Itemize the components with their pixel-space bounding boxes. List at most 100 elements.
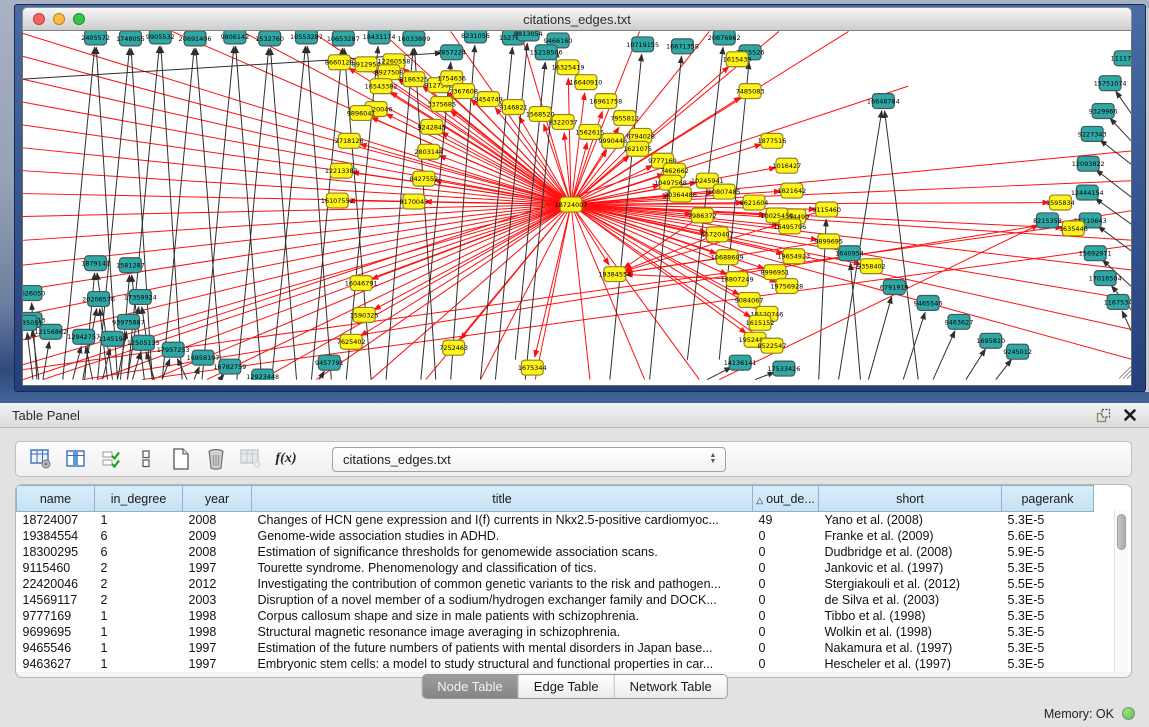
graph-node[interactable]: 16961758 — [589, 94, 622, 109]
table-cell[interactable]: 5.9E-5 — [1002, 544, 1094, 560]
graph-node[interactable]: 10653287 — [327, 31, 360, 46]
graph-node[interactable]: 7485083 — [736, 84, 765, 99]
graph-node[interactable]: 1145194 — [98, 331, 127, 346]
table-cell[interactable]: 5.3E-5 — [1002, 592, 1094, 608]
table-cell[interactable]: 1 — [95, 512, 183, 529]
graph-node[interactable]: 12093822 — [1072, 156, 1105, 171]
graph-node[interactable]: 20691406 — [179, 31, 212, 46]
table-cell[interactable]: 1997 — [183, 656, 252, 672]
new-document-button[interactable] — [170, 448, 192, 470]
graph-node[interactable]: 8660128 — [325, 55, 354, 70]
graph-node[interactable]: 2026050 — [23, 286, 45, 301]
table-cell[interactable]: 1 — [95, 656, 183, 672]
float-panel-button[interactable] — [1096, 408, 1111, 423]
graph-node[interactable]: 9084067 — [735, 293, 764, 308]
graph-node[interactable]: 17957253 — [157, 342, 190, 357]
node-attribute-table[interactable]: namein_degreeyeartitle△out_de...shortpag… — [16, 485, 1132, 672]
graph-node[interactable]: 1111747 — [1111, 51, 1132, 66]
table-row[interactable]: 1872400712008Changes of HCN gene express… — [17, 512, 1132, 529]
tab-network-table[interactable]: Network Table — [614, 675, 727, 698]
table-cell[interactable]: 0 — [753, 544, 819, 560]
column-header-short[interactable]: short — [819, 486, 1002, 512]
graph-node[interactable]: 7857224 — [437, 45, 466, 60]
graph-node[interactable]: 9905532 — [146, 31, 175, 44]
graph-node[interactable]: 20206576 — [82, 292, 115, 307]
table-cell[interactable]: 2003 — [183, 592, 252, 608]
minimize-window-button[interactable] — [53, 13, 65, 25]
graph-node[interactable]: 1635446 — [1059, 221, 1088, 236]
table-cell[interactable]: 2 — [95, 560, 183, 576]
table-cell[interactable]: 9699695 — [17, 624, 95, 640]
graph-node[interactable]: 16107552 — [321, 193, 354, 208]
graph-node[interactable]: 1568520 — [526, 107, 555, 122]
table-cell[interactable]: 5.3E-5 — [1002, 560, 1094, 576]
graph-node[interactable]: 1581287 — [116, 258, 145, 273]
table-cell[interactable]: Hescheler et al. (1997) — [819, 656, 1002, 672]
graph-node[interactable]: 1748055 — [116, 31, 145, 46]
table-cell[interactable]: Estimation of the future numbers of pati… — [252, 640, 753, 656]
table-cell[interactable]: 2009 — [183, 528, 252, 544]
table-row[interactable]: 977716911998Corpus callosum shape and si… — [17, 608, 1132, 624]
table-cell[interactable]: Disruption of a novel member of a sodium… — [252, 592, 753, 608]
table-cell[interactable]: Corpus callosum shape and size in male p… — [252, 608, 753, 624]
graph-node[interactable]: 2718126 — [335, 133, 364, 148]
table-cell[interactable]: 2 — [95, 592, 183, 608]
table-cell[interactable]: 6 — [95, 544, 183, 560]
graph-node[interactable]: 12444154 — [1071, 185, 1104, 200]
table-row[interactable]: 946554611997Estimation of the future num… — [17, 640, 1132, 656]
table-row[interactable]: 969969511998Structural magnetic resonanc… — [17, 624, 1132, 640]
graph-node[interactable]: 1595834 — [1046, 195, 1075, 210]
table-cell[interactable]: 49 — [753, 512, 819, 529]
graph-node[interactable]: 1621075 — [623, 141, 652, 156]
graph-node[interactable]: 8215358 — [1033, 213, 1062, 228]
graph-node[interactable]: 9457791 — [315, 355, 344, 370]
graph-node[interactable]: 17359924 — [124, 290, 157, 305]
delete-table-button[interactable] — [240, 448, 262, 470]
graph-node[interactable]: 1615152 — [746, 315, 775, 330]
table-cell[interactable]: 18300295 — [17, 544, 95, 560]
graph-node[interactable]: 16033809 — [397, 31, 430, 46]
table-row[interactable]: 911546021997Tourette syndrome. Phenomeno… — [17, 560, 1132, 576]
graph-node[interactable]: 1615439 — [723, 52, 752, 67]
delete-button[interactable] — [205, 448, 227, 470]
table-cell[interactable]: 5.3E-5 — [1002, 624, 1094, 640]
table-cell[interactable]: Changes of HCN gene expression and I(f) … — [252, 512, 753, 529]
close-panel-button[interactable] — [1123, 408, 1137, 422]
graph-node[interactable]: 1877516 — [758, 133, 787, 148]
graph-node[interactable]: 8427552 — [409, 171, 438, 186]
table-cell[interactable]: 14569117 — [17, 592, 95, 608]
graph-node[interactable]: 2405572 — [81, 31, 110, 45]
table-cell[interactable]: Tibbo et al. (1998) — [819, 608, 1002, 624]
tab-edge-table[interactable]: Edge Table — [518, 675, 614, 698]
graph-node[interactable]: 6791919 — [880, 280, 909, 295]
graph-node[interactable]: 17533426 — [767, 361, 800, 376]
graph-node[interactable]: 2803144 — [414, 144, 443, 159]
graph-node[interactable]: 3375685 — [427, 97, 456, 112]
graph-node[interactable]: 8522547 — [758, 338, 787, 353]
graph-node[interactable]: 9465546 — [914, 296, 943, 311]
function-builder-button[interactable]: f(x) — [275, 448, 297, 470]
graph-node[interactable]: 8996951 — [761, 265, 790, 280]
column-visibility-button[interactable] — [65, 448, 87, 470]
graph-node[interactable]: 9806142 — [220, 31, 249, 44]
table-cell[interactable]: 2012 — [183, 576, 252, 592]
graph-node[interactable]: 15692971 — [1079, 246, 1112, 261]
graph-node[interactable]: 18431174 — [363, 31, 396, 44]
table-cell[interactable]: 22420046 — [17, 576, 95, 592]
graph-node[interactable]: 12213383 — [325, 163, 358, 178]
table-cell[interactable]: Genome-wide association studies in ADHD. — [252, 528, 753, 544]
table-cell[interactable]: 6 — [95, 528, 183, 544]
tab-node-table[interactable]: Node Table — [422, 675, 518, 698]
table-cell[interactable]: 19384554 — [17, 528, 95, 544]
table-cell[interactable]: Yano et al. (2008) — [819, 512, 1002, 529]
table-row[interactable]: 946362711997Embryonic stem cells: a mode… — [17, 656, 1132, 672]
table-cell[interactable]: 5.3E-5 — [1002, 640, 1094, 656]
graph-node[interactable]: 19756928 — [770, 279, 803, 294]
row-select-button[interactable] — [100, 448, 122, 470]
network-view-window[interactable]: citations_edges.txt 24055721748055990553… — [14, 4, 1146, 392]
table-cell[interactable]: Investigating the contribution of common… — [252, 576, 753, 592]
graph-node[interactable]: 9245012 — [1003, 344, 1032, 359]
table-cell[interactable]: 0 — [753, 592, 819, 608]
column-header-in_degree[interactable]: in_degree — [95, 486, 183, 512]
graph-node[interactable]: 9170043 — [400, 194, 429, 209]
